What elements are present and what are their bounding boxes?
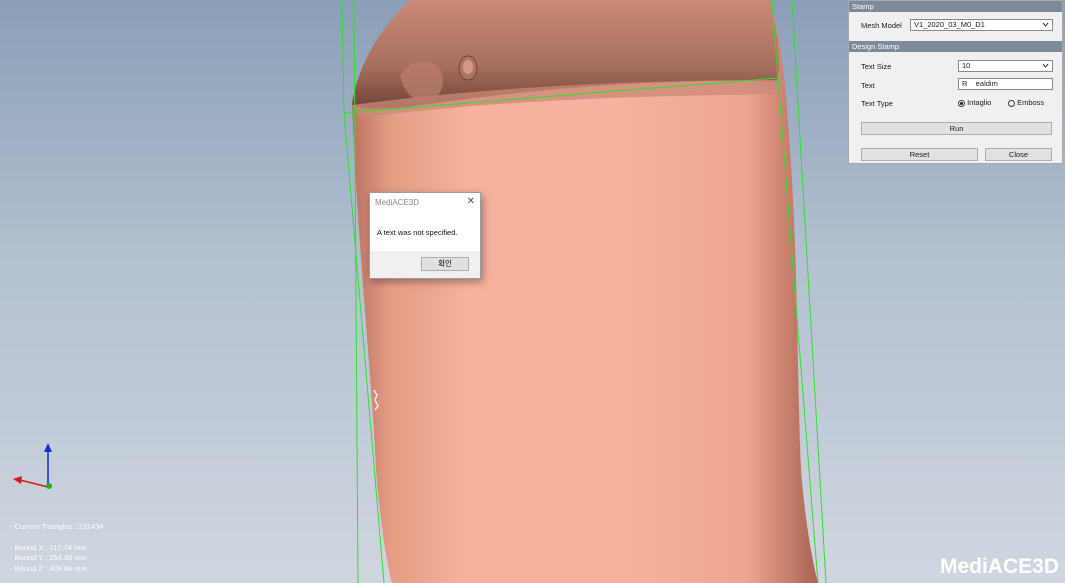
text-size-select[interactable]: 10 (958, 60, 1053, 72)
design-stamp-header: Design Stamp (849, 41, 1062, 52)
close-icon[interactable]: ✕ (467, 196, 475, 207)
ok-button[interactable]: 확인 (421, 257, 469, 271)
close-button[interactable]: Close (985, 148, 1052, 161)
text-type-row: Text Type Intaglio Emboss (849, 96, 1062, 110)
mesh-model-select[interactable]: V1_2020_03_M0_D1 (910, 19, 1053, 31)
text-size-value: 10 (962, 61, 971, 70)
dialog-message: A text was not specified. (377, 228, 458, 237)
intaglio-label: Intaglio (967, 98, 992, 107)
emboss-label: Emboss (1017, 98, 1045, 107)
mesh-model-value: V1_2020_03_M0_D1 (914, 20, 985, 29)
emboss-radio[interactable] (1008, 99, 1015, 107)
mesh-model-row: Mesh Model V1_2020_03_M0_D1 (849, 15, 1062, 35)
text-size-row: Text Size 10 (849, 59, 1062, 73)
dialog-footer: 확인 (370, 251, 480, 278)
chevron-down-icon (1042, 22, 1049, 27)
text-size-label: Text Size (861, 62, 892, 71)
reset-button[interactable]: Reset (861, 148, 978, 161)
bound-x: - Bound X : 117.74 mm (10, 543, 87, 552)
text-label: Text (861, 81, 875, 90)
panel-title: Stamp (849, 1, 1062, 12)
bound-y: - Bound Y : 254.38 mm (10, 553, 87, 562)
axis-gizmo-icon (13, 443, 52, 489)
mesh-model-label: Mesh Model (861, 21, 902, 30)
run-button[interactable]: Run (861, 122, 1052, 135)
chevron-down-icon (1042, 63, 1049, 68)
text-type-label: Text Type (861, 99, 893, 108)
intaglio-radio[interactable] (958, 99, 965, 107)
emboss-option[interactable]: Emboss (1008, 98, 1044, 107)
stamp-panel: Stamp Mesh Model V1_2020_03_M0_D1 Design… (848, 0, 1063, 164)
dialog-title: MediACE3D (375, 198, 420, 207)
text-input[interactable]: R ealdim (958, 78, 1053, 90)
bound-z: - Bound Z : 409.86 mm (10, 564, 87, 573)
mediace3d-logo: MediACE3D (939, 555, 1059, 578)
text-row: Text R ealdim (849, 77, 1062, 91)
triangle-count: - Current Triangles : 231434 (10, 522, 104, 531)
message-dialog: MediACE3D ✕ A text was not specified. 확인 (369, 192, 481, 279)
intaglio-option[interactable]: Intaglio (958, 98, 991, 107)
